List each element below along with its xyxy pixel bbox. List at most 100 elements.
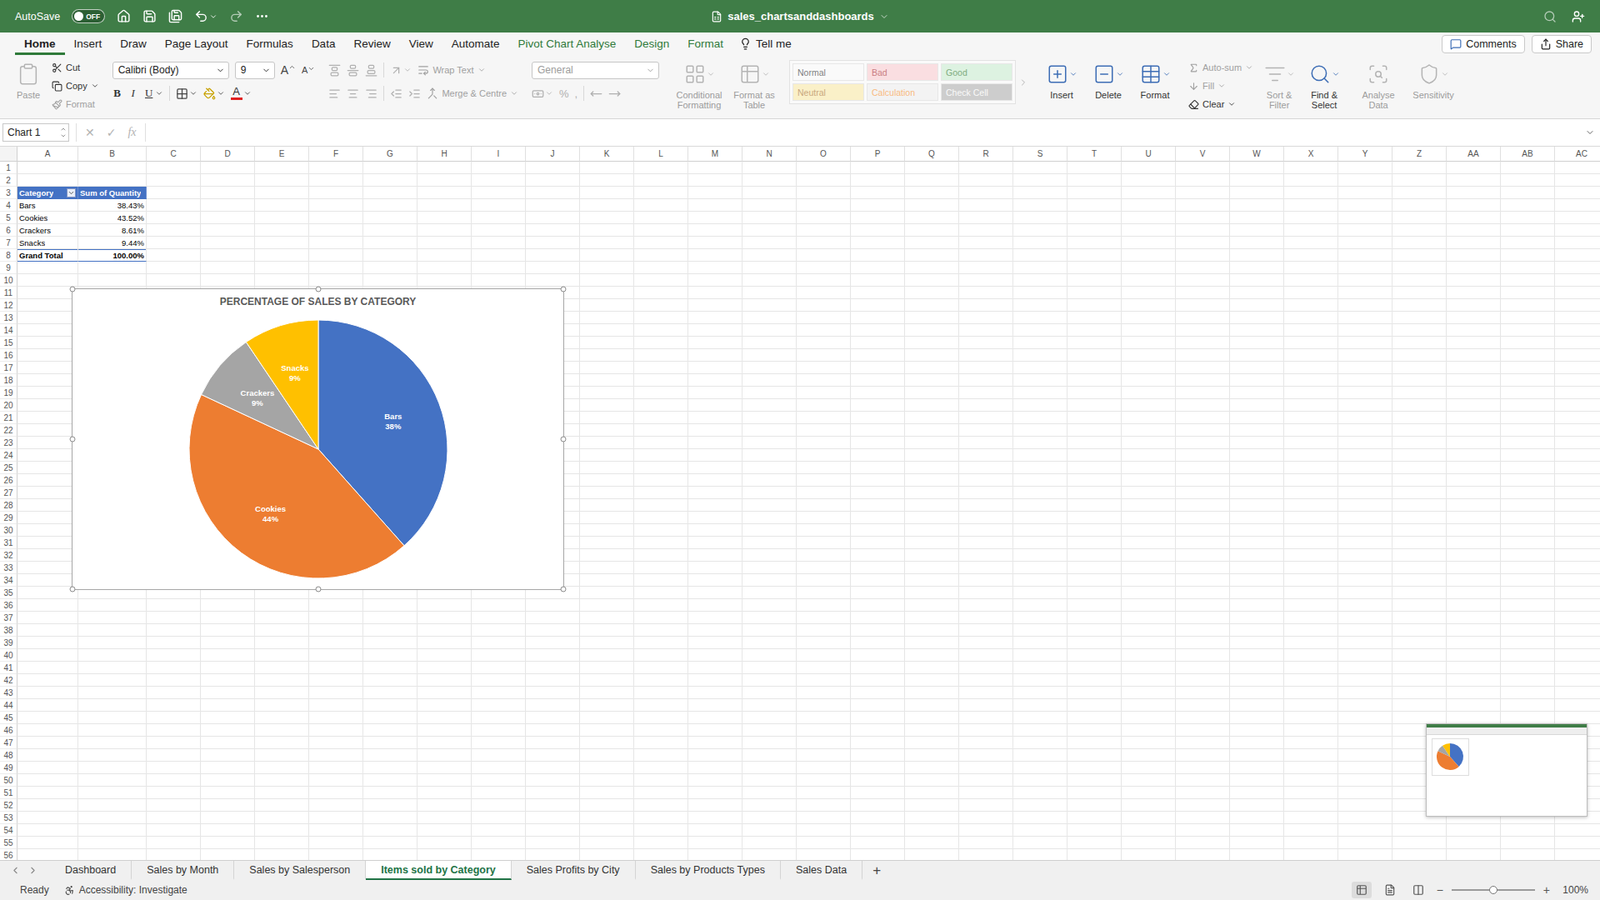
cell[interactable]: [1121, 649, 1176, 662]
cell[interactable]: [1555, 536, 1600, 550]
cell[interactable]: [17, 174, 79, 187]
cell[interactable]: [580, 424, 635, 437]
cell[interactable]: [580, 449, 635, 462]
cell[interactable]: [742, 324, 797, 337]
cell[interactable]: [1392, 361, 1447, 375]
table-button[interactable]: Format as Table: [732, 60, 776, 110]
cell[interactable]: [959, 249, 1014, 262]
cell[interactable]: [1067, 411, 1122, 425]
cell[interactable]: [200, 599, 255, 612]
cell[interactable]: [959, 699, 1014, 712]
cell[interactable]: [1338, 174, 1393, 187]
cell[interactable]: [1230, 511, 1285, 525]
cell[interactable]: [1446, 386, 1501, 400]
cell[interactable]: [742, 349, 797, 362]
cell[interactable]: [959, 499, 1014, 512]
cell[interactable]: [255, 274, 310, 287]
cell[interactable]: [1230, 449, 1285, 462]
cell[interactable]: [742, 599, 797, 612]
cell[interactable]: [1230, 349, 1285, 362]
cell[interactable]: [1500, 524, 1555, 537]
cell[interactable]: [1175, 674, 1230, 687]
cell[interactable]: [1446, 424, 1501, 437]
cell[interactable]: [1067, 624, 1122, 637]
cell[interactable]: [1500, 661, 1555, 675]
cell[interactable]: [1175, 199, 1230, 212]
cell[interactable]: [905, 236, 960, 250]
cell[interactable]: [1446, 636, 1501, 650]
formula-input[interactable]: [152, 123, 1579, 142]
cell[interactable]: [580, 224, 635, 237]
zoom-thumb[interactable]: [1489, 885, 1498, 895]
row-header[interactable]: 27: [0, 486, 18, 500]
cell[interactable]: [850, 549, 905, 562]
cell[interactable]: [1284, 674, 1339, 687]
cell[interactable]: [1121, 424, 1176, 437]
cell[interactable]: [688, 211, 743, 225]
cell[interactable]: [1500, 686, 1555, 700]
cell[interactable]: [742, 536, 797, 550]
cell[interactable]: [1500, 286, 1555, 300]
cell[interactable]: [688, 786, 743, 800]
cell[interactable]: [796, 261, 851, 275]
ribbon-tab[interactable]: Formulas: [237, 32, 303, 55]
save-as-icon[interactable]: [168, 9, 183, 24]
cell[interactable]: [1555, 336, 1600, 350]
cell[interactable]: [1121, 436, 1176, 450]
cell[interactable]: [471, 711, 526, 725]
cell[interactable]: [1500, 574, 1555, 587]
cell[interactable]: [1121, 586, 1176, 600]
cell[interactable]: [255, 611, 310, 625]
cell[interactable]: [146, 761, 201, 775]
cell[interactable]: [200, 836, 255, 850]
cell[interactable]: [1230, 299, 1285, 312]
merge-button[interactable]: Merge & Centre: [426, 85, 519, 101]
cell[interactable]: [1013, 224, 1068, 237]
filter-button[interactable]: [66, 188, 76, 198]
cell[interactable]: [634, 299, 689, 312]
cell[interactable]: [417, 824, 472, 837]
pivot-cell[interactable]: 100.00%: [78, 249, 147, 262]
cell[interactable]: [1230, 461, 1285, 475]
cell[interactable]: [1067, 174, 1122, 187]
cell-style[interactable]: Bad: [866, 63, 939, 81]
cell[interactable]: [1175, 761, 1230, 775]
cell[interactable]: [1446, 311, 1501, 325]
row-header[interactable]: 24: [0, 449, 18, 462]
number-format-select[interactable]: General: [531, 61, 660, 80]
font-color-button[interactable]: A: [230, 86, 252, 100]
cell[interactable]: [634, 636, 689, 650]
cell[interactable]: [634, 311, 689, 325]
analyse-button[interactable]: Analyse Data: [1356, 60, 1400, 110]
row-header[interactable]: 30: [0, 524, 18, 537]
cell[interactable]: [1284, 736, 1339, 750]
cell[interactable]: [796, 811, 851, 825]
cell[interactable]: [796, 499, 851, 512]
cell[interactable]: [1013, 161, 1068, 175]
cell[interactable]: [363, 761, 418, 775]
cell[interactable]: [1284, 161, 1339, 175]
cell[interactable]: [850, 649, 905, 662]
cell[interactable]: [1067, 749, 1122, 762]
cell[interactable]: [1555, 386, 1600, 400]
cell[interactable]: [1175, 724, 1230, 737]
cell[interactable]: [1230, 736, 1285, 750]
column-header[interactable]: T: [1067, 146, 1122, 162]
cell[interactable]: [905, 299, 960, 312]
cell[interactable]: [1446, 849, 1501, 860]
cell[interactable]: [363, 611, 418, 625]
cell[interactable]: [634, 624, 689, 637]
column-header[interactable]: G: [363, 146, 418, 162]
cell[interactable]: [200, 736, 255, 750]
row-header[interactable]: 22: [0, 424, 18, 437]
cell[interactable]: [742, 386, 797, 400]
cell[interactable]: [1284, 336, 1339, 350]
cell[interactable]: [17, 399, 79, 412]
cell[interactable]: [146, 174, 201, 187]
cell[interactable]: [471, 649, 526, 662]
cell[interactable]: [525, 599, 580, 612]
cell[interactable]: [1338, 586, 1393, 600]
cell[interactable]: [1175, 799, 1230, 812]
underline-button[interactable]: U: [144, 86, 164, 100]
cell[interactable]: [1392, 686, 1447, 700]
